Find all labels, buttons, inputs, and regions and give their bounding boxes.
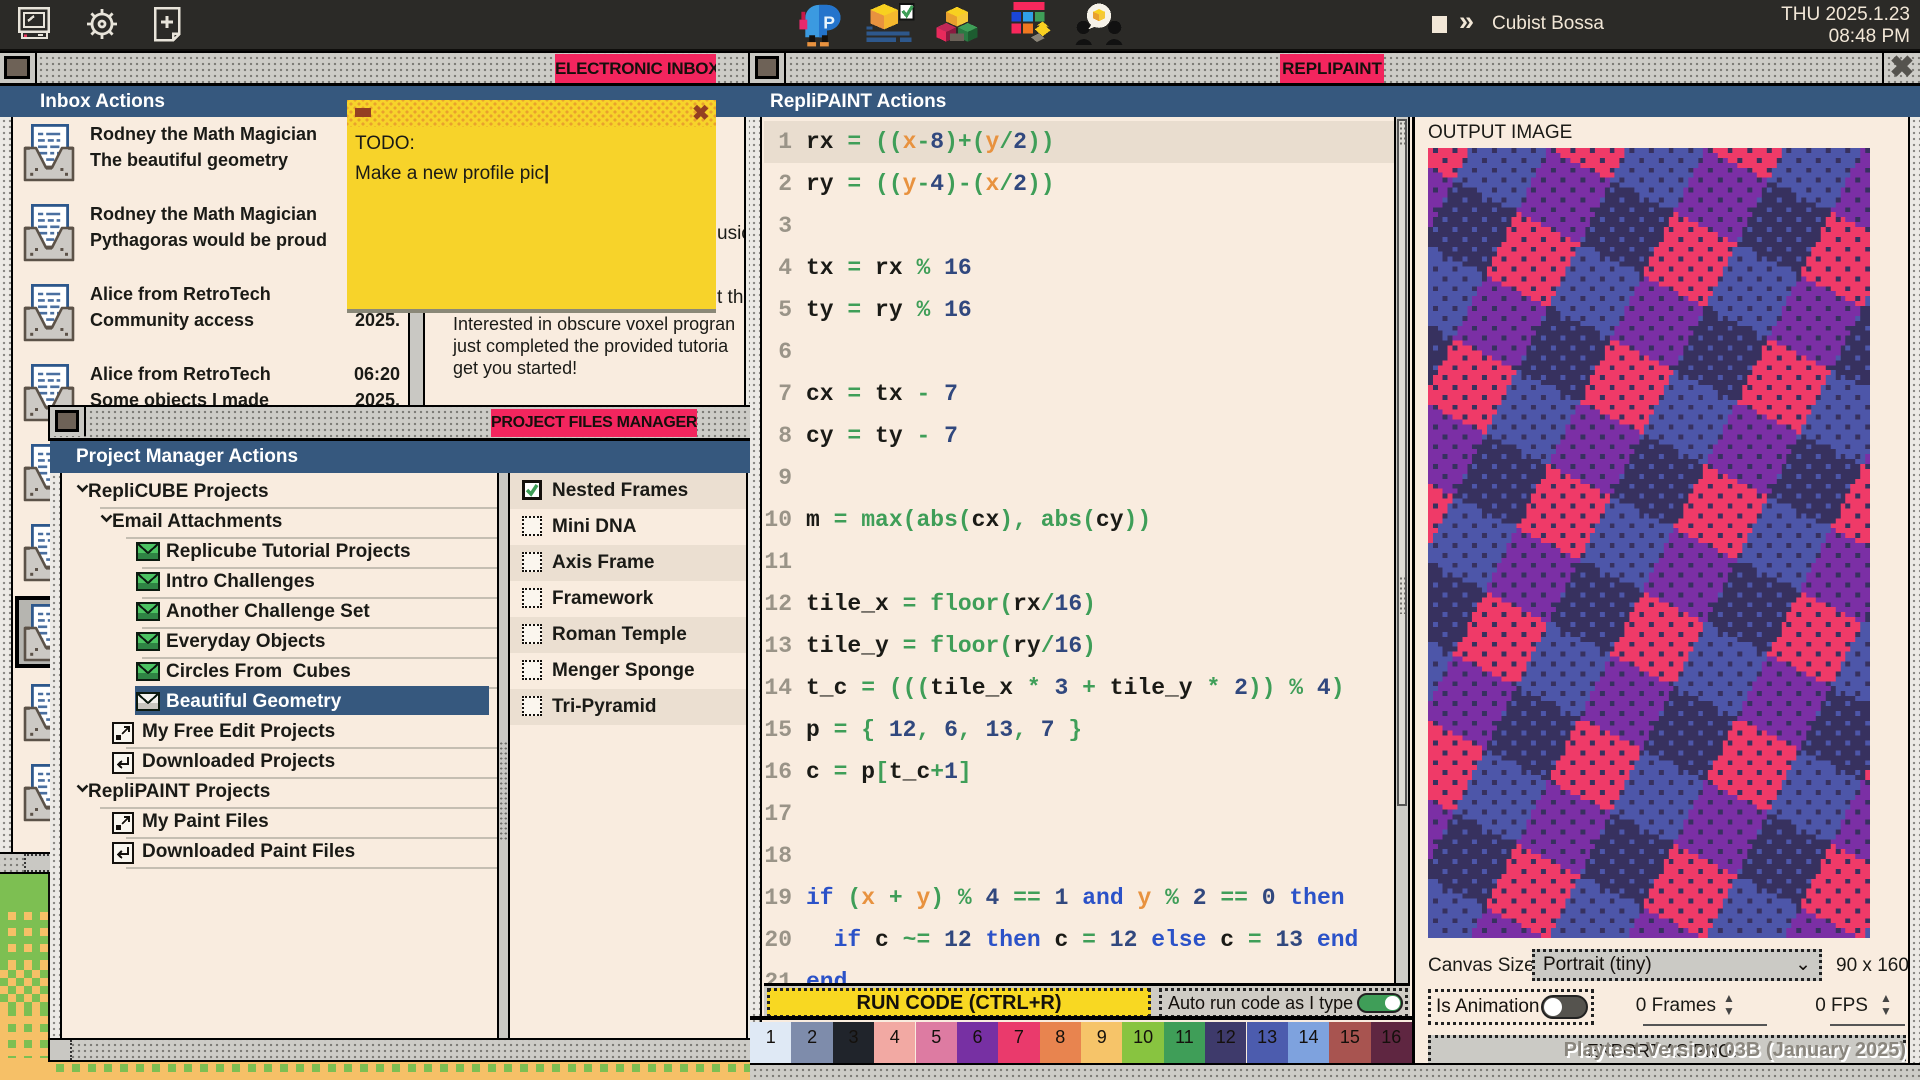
svg-text:P: P (823, 12, 835, 32)
